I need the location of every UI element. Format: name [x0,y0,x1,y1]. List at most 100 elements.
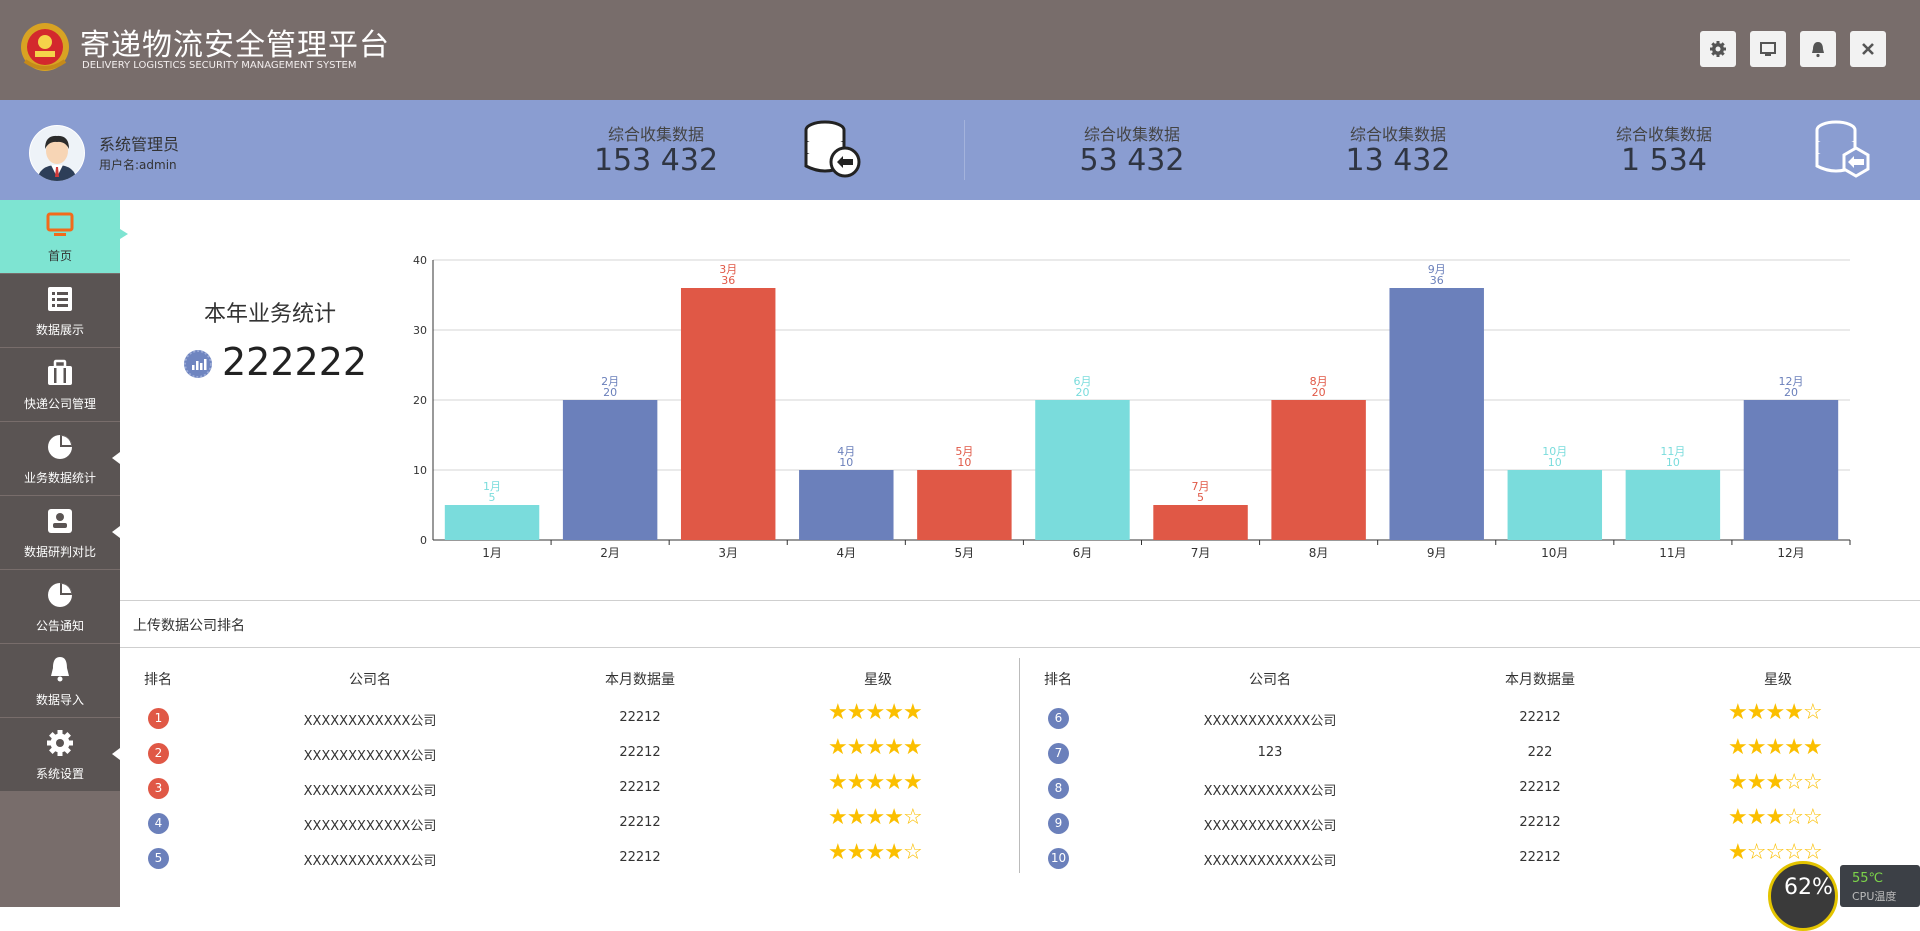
x-tick-label: 8月 [1309,546,1329,560]
rank-badge: 7 [1048,743,1069,764]
rank-badge: 3 [148,778,169,799]
top-header: 寄递物流安全管理平台 DELIVERY LOGISTICS SECURITY M… [0,0,1920,100]
monitor-icon [46,212,74,236]
data-label-value: 20 [1312,386,1326,399]
star-filled-icon: ★ [828,840,848,865]
rank-badge: 2 [148,743,169,764]
monitor-button[interactable] [1750,31,1786,67]
star-rating: ★★★★★ [828,735,923,760]
stat-value: 13 432 [1345,143,1451,178]
star-filled-icon: ★ [884,700,904,725]
star-rating: ★★★☆☆ [1728,805,1823,830]
x-tick-label: 11月 [1659,546,1686,560]
gear-icon [1710,41,1726,57]
x-tick-label: 5月 [955,546,975,560]
rank-badge: 6 [1048,708,1069,729]
x-tick-label: 1月 [482,546,502,560]
close-button[interactable] [1850,31,1886,67]
x-tick-label: 7月 [1191,546,1211,560]
stat-value: 1 534 [1621,143,1707,178]
star-filled-icon: ★ [846,840,867,865]
star-empty-icon: ☆ [1802,805,1823,830]
star-filled-icon: ★ [1746,805,1767,830]
bar [1743,400,1839,540]
company-name: XXXXXXXXXXXX公司 [303,714,437,729]
col-header-stars: 星级 [864,672,892,688]
star-empty-icon: ☆ [902,840,923,865]
sidebar-item-data-compare[interactable]: 数据研判对比 [0,496,120,569]
monthly-volume: 22212 [619,815,661,830]
rank-badge: 5 [148,848,169,869]
monthly-bar-chart: 0102030401月1月52月2月203月3月364月4月105月5月106月… [413,254,1851,560]
settings-button[interactable] [1700,31,1736,67]
star-empty-icon: ☆ [1802,770,1823,795]
star-filled-icon: ★ [1746,700,1767,725]
stat-label: 综合收集数据 [1615,125,1712,144]
pie-chart-icon [48,435,72,459]
star-filled-icon: ★ [828,770,848,795]
star-filled-icon: ★ [865,700,885,725]
app-title: 寄递物流安全管理平台 [80,28,390,63]
x-tick-label: 2月 [600,546,620,560]
col-header-company: 公司名 [1249,672,1291,688]
ranking-title: 上传数据公司排名 [133,618,245,634]
bar [1507,470,1603,540]
sidebar-item-label: 业务数据统计 [23,471,96,485]
emblem-logo-icon [21,23,69,71]
sidebar-item-announcements[interactable]: 公告通知 [0,570,120,643]
database-export-icon [804,120,861,178]
data-label-value: 10 [957,456,971,469]
data-label-value: 5 [1197,491,1204,504]
bell-icon [1812,42,1824,58]
monthly-volume: 22212 [619,850,661,865]
data-label-value: 10 [1548,456,1562,469]
rank-badge: 4 [148,813,169,834]
rank-badge: 9 [1048,813,1069,834]
y-tick-label: 30 [413,324,427,337]
year-stats-value: 222222 [222,340,368,384]
sidebar-item-label: 系统设置 [35,767,84,781]
company-name: XXXXXXXXXXXX公司 [303,819,437,834]
company-name: XXXXXXXXXXXX公司 [1203,784,1337,799]
sidebar-item-data-import[interactable]: 数据导入 [0,644,120,717]
col-header-stars: 星级 [1764,672,1792,688]
star-empty-icon: ☆ [1784,805,1804,830]
bar [1625,470,1721,540]
sidebar-item-label: 数据导入 [35,693,84,707]
star-filled-icon: ★ [884,840,904,865]
expand-arrow-icon [112,452,120,464]
star-filled-icon: ★ [828,700,848,725]
x-tick-label: 4月 [836,546,856,560]
section-divider [120,647,1920,648]
active-pointer [120,229,128,239]
sidebar-item-courier-management[interactable]: 快递公司管理 [0,348,120,421]
monthly-volume: 22212 [1519,815,1561,830]
star-filled-icon: ★ [1765,805,1785,830]
bell-icon [51,657,69,682]
sidebar-item-home[interactable]: 首页 [0,200,120,273]
star-filled-icon: ★ [1784,700,1804,725]
star-filled-icon: ★ [828,735,848,760]
bar-stats-icon [184,350,212,378]
star-empty-icon: ☆ [1746,840,1767,865]
avatar[interactable] [29,125,85,181]
sidebar-item-label: 快递公司管理 [23,397,96,411]
star-rating: ★★★★☆ [828,840,923,865]
sidebar-item-label: 数据研判对比 [23,545,96,559]
x-tick-label: 12月 [1777,546,1804,560]
star-filled-icon: ★ [1802,735,1823,760]
rank-badge: 1 [148,708,169,729]
bar [444,505,540,540]
y-tick-label: 0 [420,534,427,547]
star-filled-icon: ★ [1765,770,1785,795]
star-filled-icon: ★ [1728,840,1748,865]
cpu-label: CPU温度 [1852,890,1897,903]
bar [562,400,658,540]
monthly-volume: 22212 [1519,780,1561,795]
sidebar-item-settings[interactable]: 系统设置 [0,718,120,791]
notifications-button[interactable] [1800,31,1836,67]
sidebar-item-business-stats[interactable]: 业务数据统计 [0,422,120,495]
monthly-volume: 22212 [619,780,661,795]
sidebar-item-data-display[interactable]: 数据展示 [0,274,120,347]
star-filled-icon: ★ [865,840,885,865]
